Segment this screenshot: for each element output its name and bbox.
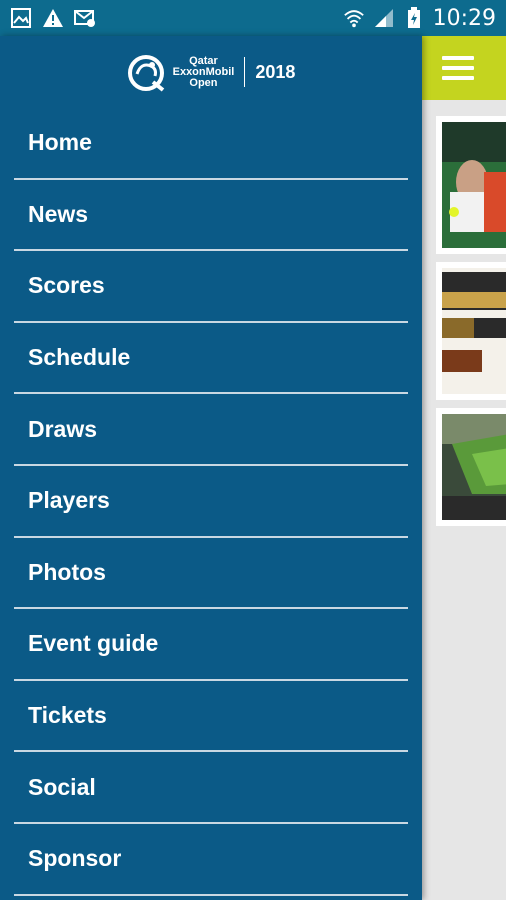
brand-name: Qatar ExxonMobil Open — [172, 54, 235, 89]
gallery-icon — [10, 7, 32, 29]
drawer-menu: Home News Scores Schedule Draws Players … — [0, 108, 422, 896]
menu-item-social[interactable]: Social — [14, 752, 408, 824]
wifi-icon — [343, 7, 365, 29]
menu-icon[interactable] — [442, 56, 474, 80]
brand-line-1: Qatar — [189, 54, 218, 67]
brand-year: 2018 — [255, 61, 296, 82]
menu-item-event-guide[interactable]: Event guide — [14, 609, 408, 681]
menu-item-draws[interactable]: Draws — [14, 394, 408, 466]
menu-item-tickets[interactable]: Tickets — [14, 681, 408, 753]
signal-icon — [373, 7, 395, 29]
battery-icon — [403, 7, 425, 29]
news-thumbnail — [442, 122, 506, 248]
menu-item-home[interactable]: Home — [14, 108, 408, 180]
qatar-open-logo-icon — [127, 55, 164, 92]
brand-line-3: Open — [189, 76, 218, 89]
news-card[interactable] — [436, 262, 506, 400]
drawer-header: Qatar ExxonMobil Open 2018 — [0, 36, 422, 108]
menu-item-schedule[interactable]: Schedule — [14, 323, 408, 395]
brand-line-2: ExxonMobil — [172, 65, 235, 78]
brand-divider — [244, 57, 246, 87]
status-time: 10:29 — [432, 5, 496, 31]
news-card[interactable] — [436, 408, 506, 526]
menu-item-players[interactable]: Players — [14, 466, 408, 538]
menu-item-sponsor[interactable]: Sponsor — [14, 824, 408, 896]
status-bar: 10:29 — [0, 0, 506, 36]
warning-icon — [42, 7, 64, 29]
news-thumbnail — [442, 414, 506, 520]
news-card[interactable] — [436, 116, 506, 254]
email-sync-icon — [74, 7, 96, 29]
menu-item-scores[interactable]: Scores — [14, 251, 408, 323]
navigation-drawer: Qatar ExxonMobil Open 2018 Home News Sco… — [0, 36, 422, 900]
menu-item-news[interactable]: News — [14, 180, 408, 252]
news-thumbnail — [442, 268, 506, 394]
menu-item-photos[interactable]: Photos — [14, 538, 408, 610]
